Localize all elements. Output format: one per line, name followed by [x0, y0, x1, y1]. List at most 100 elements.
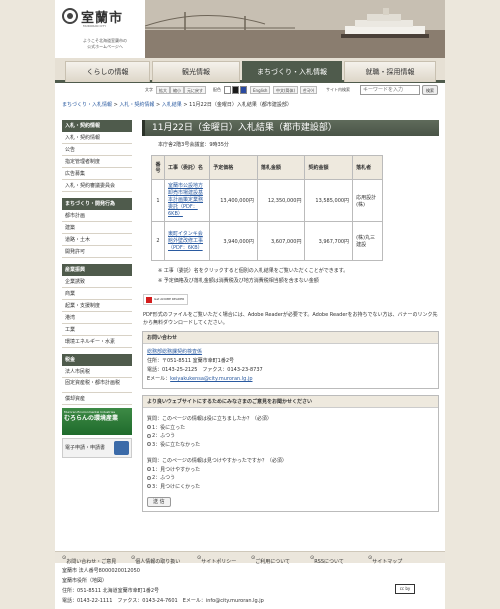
e-application-banner[interactable]: 電子申請・申請書: [62, 438, 132, 458]
project-pdf-link[interactable]: 室蘭市公設地方卸売市場建設基本計画策定業務委託（PDF：6KB）: [168, 183, 203, 217]
sidebar-item-notices[interactable]: 公告: [62, 144, 132, 156]
sidebar-item-ad-recruit[interactable]: 広告募集: [62, 168, 132, 180]
sidebar-item-development-permit[interactable]: 開発許可: [62, 246, 132, 258]
radio-button[interactable]: [147, 425, 151, 429]
sidebar-item-commerce[interactable]: 商業: [62, 288, 132, 300]
pdf-notice: Get ADOBE READER PDF形式のファイルをご覧いただく場合には、A…: [142, 294, 439, 327]
cell-winner: 応用設計(株): [352, 179, 383, 222]
search-input[interactable]: [360, 85, 420, 95]
sidebar-item-corporate-tax[interactable]: 法人市民税: [62, 366, 132, 378]
lang-korean-button[interactable]: 한국어: [300, 86, 318, 94]
survey-question-2: 質問：このページの情報は見つけやすかったですか？（必須）: [147, 458, 287, 464]
cell-contract: 13,585,000円: [304, 179, 354, 222]
adobe-reader-banner[interactable]: Get ADOBE READER: [143, 294, 188, 305]
footer-phone: 電話：0143-22-1111 ファクス：0143-24-7601 Eメール：i…: [62, 598, 264, 604]
creative-commons-icon[interactable]: cc by: [395, 584, 415, 594]
project-pdf-link[interactable]: 東町イタンキ会館外壁改修工事（PDF：6KB）: [168, 231, 203, 251]
survey-q2-option[interactable]: 2：ふつう: [147, 474, 434, 483]
contact-title: お問い合わせ: [143, 332, 438, 344]
text-size-label: 文字: [145, 87, 153, 92]
sidebar-item-urban-planning[interactable]: 都市計画: [62, 210, 132, 222]
cell-no: 2: [151, 221, 165, 261]
sidebar-section-title: 入札・契約情報: [62, 120, 132, 132]
sidebar-item-property-tax[interactable]: 固定資産税・都市計画税: [62, 378, 132, 393]
text-reset-button[interactable]: 元に戻す: [184, 86, 206, 94]
tab-town-planning[interactable]: まちづくり・入札情報: [242, 61, 342, 82]
footer-link-contact[interactable]: ⊙ お問い合わせ・ご意見: [62, 555, 116, 565]
banner-app-label: 電子申請・申請書: [65, 445, 106, 451]
breadcrumb-item-bidding[interactable]: 入札・契約情報: [119, 102, 154, 108]
search-button[interactable]: 検索: [422, 85, 438, 95]
sidebar-item-designated-manager[interactable]: 指定管理者制度: [62, 156, 132, 168]
contact-phone: 電話：0143-25-2125 ファクス：0143-23-8737: [147, 367, 263, 373]
tab-living[interactable]: くらしの情報: [65, 61, 150, 82]
accessibility-toolbar: 文字 拡大 縮小 元に戻す 配色 English 中文(简体) 한국어 サイト内…: [55, 85, 445, 96]
environment-industry-banner[interactable]: Muroran Environmental Industries むろらんの環境…: [62, 408, 132, 435]
text-shrink-button[interactable]: 縮小: [170, 86, 184, 94]
survey-q2-option[interactable]: 1：見つけやすかった: [147, 466, 434, 475]
cell-name: 東町イタンキ会館外壁改修工事（PDF：6KB）: [163, 221, 211, 261]
tab-tourism[interactable]: 観光情報: [152, 61, 240, 82]
sidebar-item-roads[interactable]: 道路・土木: [62, 234, 132, 246]
breadcrumb-item-town-planning[interactable]: まちづくり・入札情報: [62, 102, 112, 108]
sidebar-item-bidding-info[interactable]: 入札・契約情報: [62, 132, 132, 144]
radio-button[interactable]: [147, 433, 151, 438]
sidebar-item-business-attraction[interactable]: 企業誘致: [62, 276, 132, 288]
footer-link-sitemap[interactable]: ⊙ サイトマップ: [368, 555, 402, 565]
adobe-reader-label: Get ADOBE READER: [154, 297, 185, 301]
table-row: 1 室蘭市公設地方卸売市場建設基本計画策定業務委託（PDF：6KB） 13,40…: [151, 179, 383, 222]
radio-button[interactable]: [147, 475, 151, 480]
lang-english-button[interactable]: English: [250, 86, 271, 94]
results-table: 番号 工事（委託）名 予定価格 落札金額 契約金額 落札者 1 室蘭市公設地方卸…: [151, 155, 383, 261]
footer-link-rss[interactable]: ⊙ RSSについて: [310, 555, 344, 565]
footer-link-site-policy[interactable]: ⊙ サイトポリシー: [197, 555, 236, 565]
survey-question-1: 質問：このページの情報は役に立ちましたか？（必須）: [147, 416, 272, 422]
color-black-button[interactable]: [232, 86, 239, 94]
hero-image: [145, 0, 445, 58]
survey-q2-option[interactable]: 3：見つけにくかった: [147, 483, 434, 492]
sidebar-item-energy[interactable]: 環境エネルギー・水素: [62, 336, 132, 348]
footer-links: ⊙ お問い合わせ・ご意見 ⊙ 個人情報の取り扱い ⊙ サイトポリシー ⊙ ご利用…: [55, 551, 445, 565]
color-white-button[interactable]: [224, 86, 231, 94]
breadcrumb-separator: >: [154, 102, 162, 108]
footer-office[interactable]: 室蘭市役所（地図）: [62, 576, 392, 586]
contact-body: 総務部総務課契約検査係 住所：〒051-8511 室蘭市幸町1番2号 電話：01…: [143, 344, 438, 388]
note-item: ※ 工事（委託）名をクリックすると個別の入札結果をご覧いただくことができます。: [158, 268, 349, 274]
radio-button[interactable]: [147, 467, 151, 471]
survey-q1-option[interactable]: 1：役に立った: [147, 424, 434, 433]
cell-planned: 3,940,000円: [209, 221, 258, 261]
cell-no: 1: [151, 179, 165, 222]
tab-employment[interactable]: 就職・採用情報: [344, 61, 436, 82]
cell-contract: 3,967,700円: [304, 221, 354, 261]
sidebar-item-review-committee[interactable]: 入札・契約審議委員会: [62, 180, 132, 192]
logo-caption: ようこそ北海道室蘭市の 公式ホームページへ: [62, 38, 148, 50]
radio-button[interactable]: [147, 484, 151, 488]
contact-address: 住所：〒051-8511 室蘭市幸町1番2号: [147, 358, 235, 364]
contact-dept-link[interactable]: 総務部総務課契約検査係: [147, 349, 202, 355]
footer-link-privacy[interactable]: ⊙ 個人情報の取り扱い: [131, 555, 180, 565]
footer-link-terms[interactable]: ⊙ ご利用について: [251, 555, 290, 565]
radio-button[interactable]: [147, 442, 151, 446]
lang-chinese-button[interactable]: 中文(简体): [273, 86, 299, 94]
page-title: 11月22日（金曜日）入札結果（都市建設部）: [142, 120, 439, 136]
contact-email-link[interactable]: keiyakukensa@city.muroran.lg.jp: [170, 376, 252, 382]
survey-q1-option[interactable]: 2：ふつう: [147, 432, 434, 441]
sidebar-item-port[interactable]: 港湾: [62, 312, 132, 324]
color-label: 配色: [213, 87, 221, 92]
survey-submit-button[interactable]: 送 信: [147, 497, 171, 507]
logo-caption-line-1: ようこそ北海道室蘭市の: [83, 38, 127, 43]
site-logo[interactable]: 室蘭市 MURORAN CITY ようこそ北海道室蘭市の 公式ホームページへ: [62, 7, 144, 53]
sidebar: 入札・契約情報 入札・契約情報 公告 指定管理者制度 広告募集 入札・契約審議委…: [62, 120, 132, 458]
breadcrumb-item-results[interactable]: 入札結果: [162, 102, 182, 108]
sidebar-item-depreciable-assets[interactable]: 償却資産: [62, 393, 132, 405]
table-row: 2 東町イタンキ会館外壁改修工事（PDF：6KB） 3,940,000円 3,6…: [151, 221, 383, 261]
note-item: ※ 予定価格及び落札金額は消費税及び地方消費税相当額を含まない金額: [158, 278, 319, 284]
sidebar-item-building[interactable]: 建築: [62, 222, 132, 234]
sidebar-item-startup-support[interactable]: 起業・支援制度: [62, 300, 132, 312]
text-enlarge-button[interactable]: 拡大: [156, 86, 170, 94]
survey-q1-option[interactable]: 3：役に立たなかった: [147, 441, 434, 450]
color-blue-button[interactable]: [240, 86, 247, 94]
pdf-notice-text: PDF形式のファイルをご覧いただく場合には、Adobe Readerが必要です。…: [143, 312, 438, 326]
col-header-name: 工事（委託）名: [163, 155, 211, 180]
sidebar-item-industry[interactable]: 工業: [62, 324, 132, 336]
